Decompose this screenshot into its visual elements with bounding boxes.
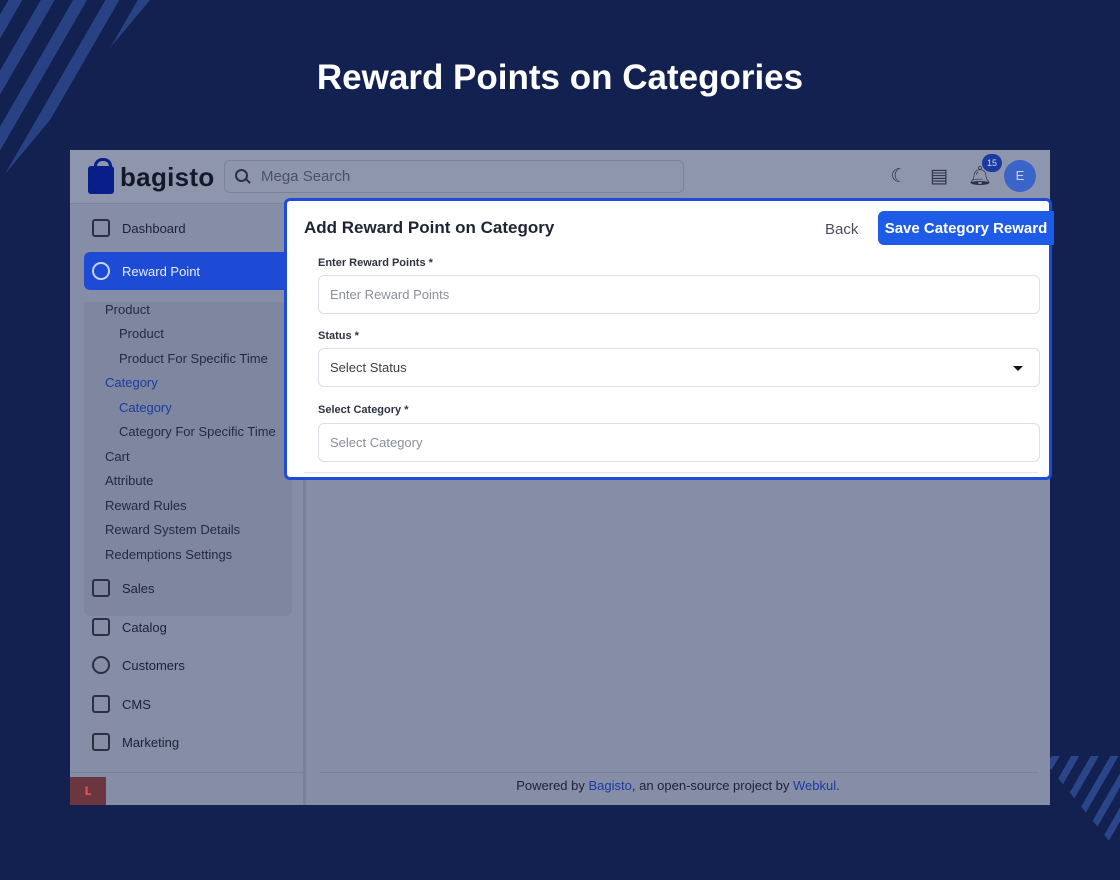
laravel-icon[interactable]: ʟ [70, 777, 106, 805]
status-select[interactable]: Select Status [318, 348, 1040, 387]
submenu-cart[interactable]: Cart [105, 449, 130, 464]
back-button[interactable]: Back [809, 213, 874, 245]
category-label: Select Category * [318, 404, 409, 416]
sidebar-item-catalog[interactable]: Catalog [84, 608, 167, 646]
sidebar-item-label: Customers [122, 657, 185, 673]
storefront-icon[interactable]: ▤ [928, 166, 950, 188]
shopping-bag-icon [88, 158, 114, 194]
save-category-reward-button[interactable]: Save Category Reward [878, 211, 1054, 245]
submenu-product-specific-time[interactable]: Product For Specific Time [119, 351, 268, 366]
submenu-attribute[interactable]: Attribute [105, 473, 153, 488]
modal-title: Add Reward Point on Category [304, 218, 555, 237]
submenu-product-product[interactable]: Product [119, 326, 164, 341]
sidebar-item-label: Marketing [122, 734, 180, 750]
submenu-category-specific-time[interactable]: Category For Specific Time [119, 424, 276, 439]
sidebar-item-label: CMS [122, 696, 151, 712]
sidebar-item-reward-point[interactable]: Reward Point [84, 252, 294, 290]
reward-points-label: Enter Reward Points * [318, 257, 433, 269]
sidebar: Dashboard Reward Point Product Product P… [70, 205, 306, 805]
submenu-redemptions-settings[interactable]: Redemptions Settings [105, 547, 232, 562]
sidebar-item-label: Reward Point [122, 263, 201, 279]
notification-count-badge: 15 [982, 154, 1002, 172]
submenu-product[interactable]: Product [105, 302, 150, 317]
footer-prefix: Powered by [516, 778, 589, 793]
decorative-stripes-bottom-right [1040, 756, 1120, 842]
logo-text: bagisto [120, 161, 215, 192]
cms-icon [92, 695, 110, 713]
sidebar-item-label: Catalog [122, 619, 167, 635]
page-headline: Reward Points on Categories [316, 58, 804, 97]
search-input[interactable] [261, 168, 661, 185]
submenu-category[interactable]: Category [105, 375, 158, 390]
dashboard-icon [92, 219, 110, 237]
add-reward-point-modal: Add Reward Point on Category Back Save C… [284, 198, 1054, 480]
status-label: Status * [318, 330, 359, 342]
category-select-value: Select Category [330, 435, 423, 450]
sidebar-item-cms[interactable]: CMS [84, 685, 151, 723]
submenu-category-category[interactable]: Category [119, 400, 172, 415]
search-icon [235, 168, 251, 185]
chevron-down-icon [1013, 366, 1023, 371]
sidebar-item-marketing[interactable]: Marketing [84, 723, 179, 761]
sidebar-item-label: Sales [122, 580, 155, 596]
dark-mode-icon[interactable]: ☾ [888, 166, 910, 188]
bagisto-logo[interactable]: bagisto [88, 158, 215, 194]
customers-icon [92, 656, 110, 674]
sidebar-item-label: Dashboard [122, 220, 186, 236]
footer: Powered by Bagisto, an open-source proje… [306, 778, 1050, 793]
reward-points-input[interactable] [318, 275, 1040, 314]
submenu-reward-rules[interactable]: Reward Rules [105, 498, 187, 513]
submenu-reward-system-details[interactable]: Reward System Details [105, 522, 240, 537]
user-avatar[interactable]: E [1004, 160, 1036, 192]
top-bar: bagisto ☾ ▤ 🔔︎ 15 E [70, 150, 1050, 204]
marketing-megaphone-icon [92, 733, 110, 751]
sidebar-item-customers[interactable]: Customers [84, 646, 185, 684]
sidebar-item-dashboard[interactable]: Dashboard [84, 209, 186, 247]
sidebar-divider [70, 772, 306, 773]
sidebar-item-sales[interactable]: Sales [84, 569, 155, 607]
footer-middle: , an open-source project by [631, 778, 794, 793]
sales-icon [92, 579, 110, 597]
footer-link-bagisto[interactable]: Bagisto [588, 778, 631, 793]
footer-suffix: . [836, 778, 840, 793]
status-select-value: Select Status [330, 360, 407, 375]
footer-link-webkul[interactable]: Webkul [793, 778, 836, 793]
catalog-icon [92, 618, 110, 636]
mega-search[interactable] [224, 160, 684, 193]
footer-divider [320, 772, 1038, 773]
category-select[interactable]: Select Category [318, 423, 1040, 462]
reward-coin-icon [92, 262, 110, 280]
modal-divider [304, 472, 1038, 473]
